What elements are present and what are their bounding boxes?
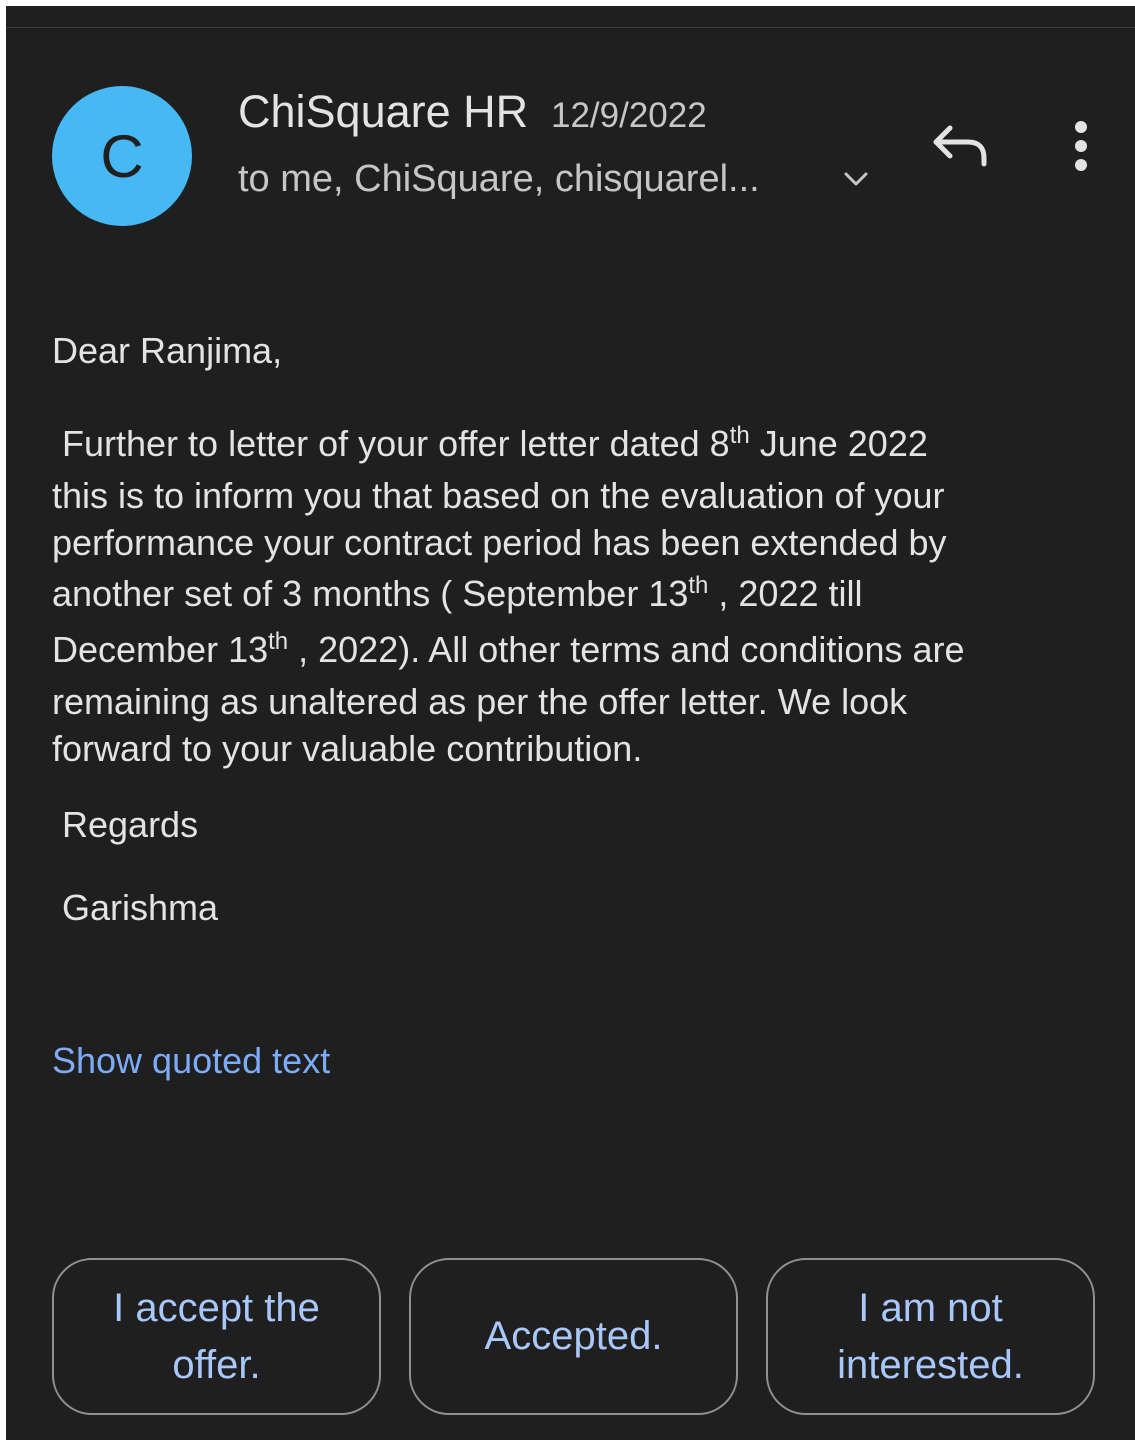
closing-regards: Regards — [62, 804, 199, 845]
body-line-2: this is to inform you that based on the … — [52, 475, 945, 516]
sender-avatar[interactable]: C — [52, 86, 192, 226]
email-date: 12/9/2022 — [551, 96, 707, 135]
show-quoted-text-link[interactable]: Show quoted text — [52, 1040, 330, 1082]
body-line-6: remaining as unaltered as per the offer … — [52, 681, 908, 722]
avatar-letter: C — [100, 122, 144, 190]
body-line-7: forward to your valuable contribution. — [52, 728, 643, 769]
message-body: Further to letter of your offer letter d… — [52, 416, 1092, 772]
smart-reply-accept-offer[interactable]: I accept the offer. — [52, 1258, 381, 1415]
smart-reply-not-interested[interactable]: I am not interested. — [766, 1258, 1095, 1415]
chevron-down-icon[interactable] — [842, 168, 870, 190]
reply-icon[interactable] — [930, 122, 990, 168]
smart-reply-label: I am not interested. — [837, 1285, 1024, 1387]
body-line-5: December 13th , 2022). All other terms a… — [52, 628, 965, 670]
body-line-4: another set of 3 months ( September 13th… — [52, 572, 863, 614]
more-vert-icon[interactable] — [1068, 120, 1094, 172]
smart-reply-label: Accepted. — [484, 1314, 663, 1358]
body-line-1: Further to letter of your offer letter d… — [62, 422, 928, 464]
smart-reply-accepted[interactable]: Accepted. — [409, 1258, 738, 1415]
sender-name[interactable]: ChiSquare HR — [238, 86, 528, 138]
greeting: Dear Ranjima, — [52, 330, 283, 371]
recipients-summary[interactable]: to me, ChiSquare, chisquarel... — [238, 158, 760, 201]
signature: Garishma — [62, 887, 219, 928]
smart-reply-label: I accept the offer. — [113, 1285, 320, 1387]
body-line-3: performance your contract period has bee… — [52, 522, 947, 563]
top-divider — [6, 27, 1135, 28]
